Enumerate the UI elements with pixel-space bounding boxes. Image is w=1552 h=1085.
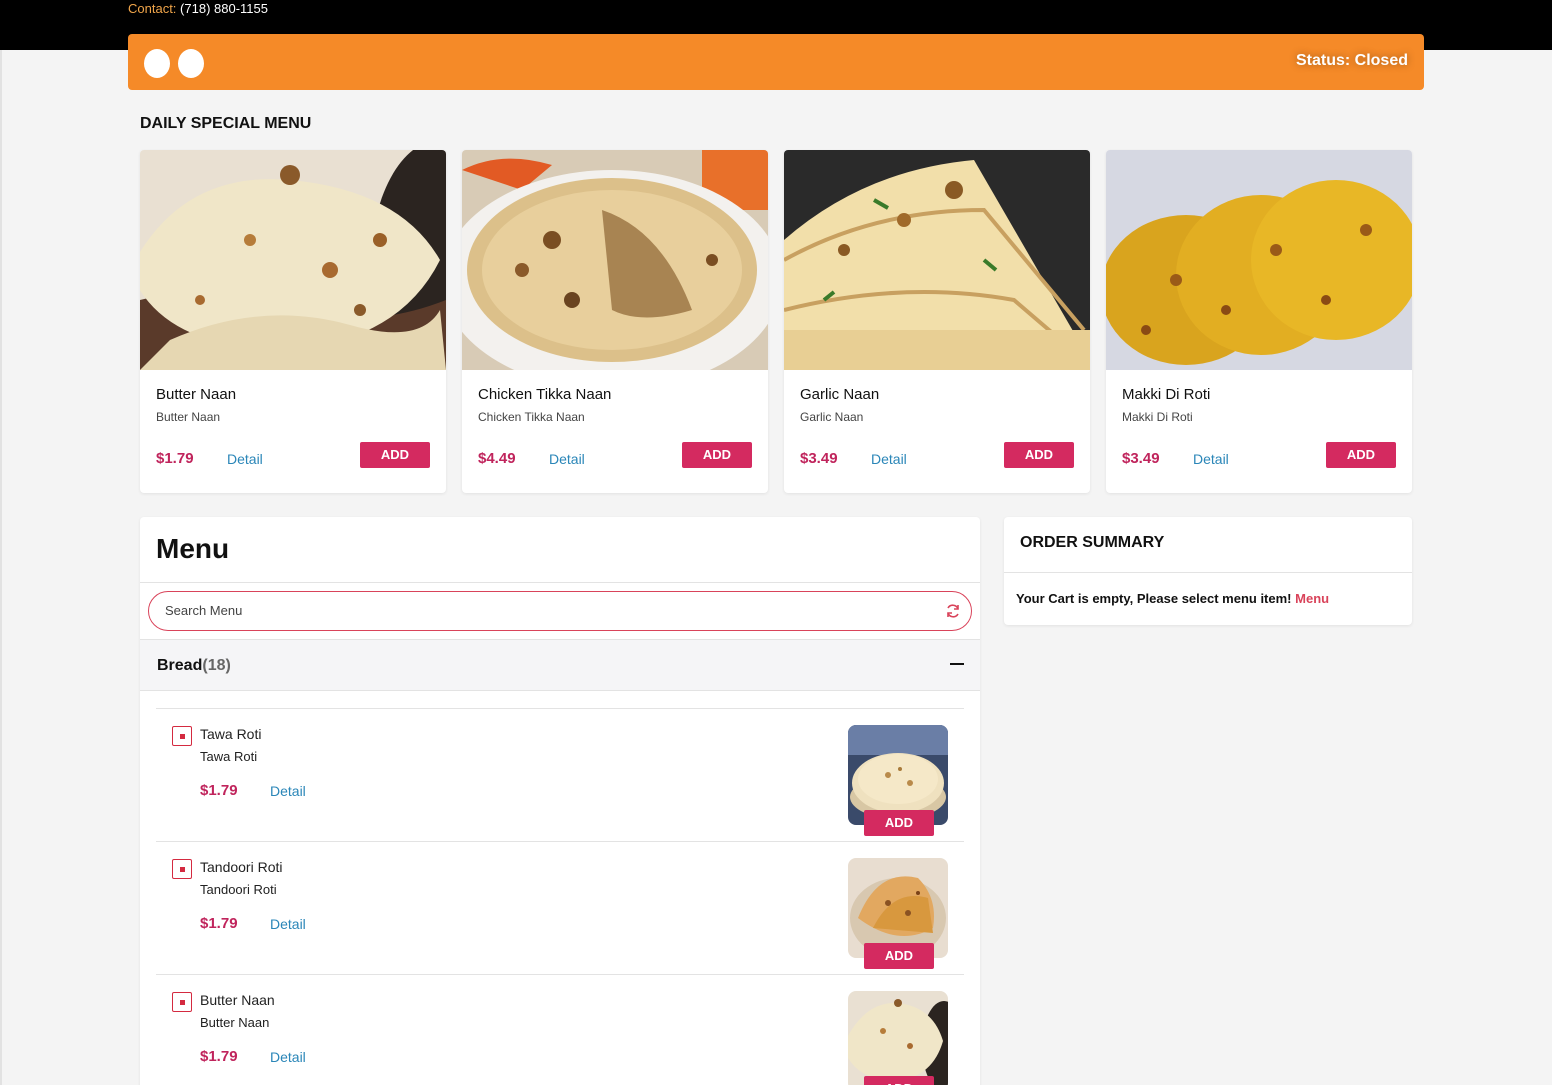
makki-di-roti-image[interactable]	[1106, 150, 1412, 370]
add-button[interactable]: ADD	[1004, 442, 1074, 468]
collapse-icon[interactable]	[950, 657, 964, 671]
butter-naan-image[interactable]	[848, 991, 948, 1085]
order-summary-panel: ORDER SUMMARY Your Cart is empty, Please…	[1004, 517, 1412, 625]
menu-item-price: $1.79	[200, 1048, 238, 1065]
add-button[interactable]: ADD	[864, 810, 934, 836]
special-item-name: Garlic Naan	[800, 386, 880, 403]
divider	[1004, 572, 1412, 573]
category-count: (18)	[202, 657, 231, 674]
order-summary-title: ORDER SUMMARY	[1020, 534, 1165, 551]
contact-label: Contact:	[128, 1, 177, 16]
menu-panel: Menu Bread(18) Tawa Roti Tawa Roti $1.79…	[140, 517, 980, 1085]
category-name: Bread(18)	[157, 657, 231, 675]
divider	[140, 582, 980, 583]
menu-item-name: Tawa Roti	[200, 726, 262, 742]
menu-item-row: Tawa Roti Tawa Roti $1.79 Detail ADD	[156, 708, 964, 841]
add-button[interactable]: ADD	[864, 1076, 934, 1085]
menu-item-price: $1.79	[200, 782, 238, 799]
add-button[interactable]: ADD	[682, 442, 752, 468]
special-item-price: $3.49	[800, 450, 838, 467]
special-item-price: $4.49	[478, 450, 516, 467]
menu-item-desc: Tandoori Roti	[200, 882, 277, 897]
empty-cart-message: Your Cart is empty, Please select menu i…	[1016, 591, 1329, 606]
special-item-name: Butter Naan	[156, 386, 237, 403]
special-card: Makki Di Roti Makki Di Roti $3.49 Detail…	[1106, 150, 1412, 493]
menu-item-row: Butter Naan Butter Naan $1.79 Detail ADD	[156, 974, 964, 1085]
diet-indicator-icon	[172, 859, 192, 879]
special-item-price: $3.49	[1122, 450, 1160, 467]
butter-naan-image[interactable]	[140, 150, 446, 370]
restaurant-banner: Status: Closed	[128, 34, 1424, 90]
store-status: Status: Closed	[1295, 52, 1408, 69]
special-detail-link[interactable]: Detail	[549, 451, 585, 467]
add-button[interactable]: ADD	[360, 442, 430, 468]
search-input[interactable]	[165, 603, 925, 618]
search-box	[148, 591, 972, 631]
menu-item-name: Butter Naan	[200, 992, 275, 1008]
special-detail-link[interactable]: Detail	[871, 451, 907, 467]
menu-item-row: Tandoori Roti Tandoori Roti $1.79 Detail…	[156, 841, 964, 974]
special-card: Garlic Naan Garlic Naan $3.49 Detail ADD	[784, 150, 1090, 493]
contact-phone[interactable]: (718) 880-1155	[180, 1, 268, 16]
add-button[interactable]: ADD	[1326, 442, 1396, 468]
menu-item-desc: Tawa Roti	[200, 749, 258, 764]
category-header-bread[interactable]: Bread(18)	[140, 639, 980, 691]
menu-title: Menu	[156, 533, 230, 564]
special-item-desc: Butter Naan	[156, 410, 221, 424]
menu-item-desc: Butter Naan	[200, 1015, 270, 1030]
special-item-desc: Makki Di Roti	[1122, 410, 1193, 424]
chicken-tikka-naan-image[interactable]	[462, 150, 768, 370]
special-item-price: $1.79	[156, 450, 194, 467]
special-card: Chicken Tikka Naan Chicken Tikka Naan $4…	[462, 150, 768, 493]
banner-logo-placeholder	[178, 49, 204, 78]
special-detail-link[interactable]: Detail	[227, 451, 263, 467]
menu-item-name: Tandoori Roti	[200, 859, 283, 875]
special-detail-link[interactable]: Detail	[1193, 451, 1229, 467]
menu-item-detail-link[interactable]: Detail	[270, 1049, 306, 1065]
diet-indicator-icon	[172, 726, 192, 746]
garlic-naan-image[interactable]	[784, 150, 1090, 370]
menu-link[interactable]: Menu	[1295, 591, 1329, 606]
daily-special-title: DAILY SPECIAL MENU	[140, 115, 312, 132]
category-label: Bread	[157, 657, 203, 674]
menu-item-price: $1.79	[200, 915, 238, 932]
special-item-desc: Garlic Naan	[800, 410, 864, 424]
menu-item-detail-link[interactable]: Detail	[270, 783, 306, 799]
special-item-name: Makki Di Roti	[1122, 386, 1211, 403]
add-button[interactable]: ADD	[864, 943, 934, 969]
special-card: Butter Naan Butter Naan $1.79 Detail ADD	[140, 150, 446, 493]
contact-info: Contact: (718) 880-1155	[128, 1, 268, 16]
page-edge	[0, 50, 2, 1085]
diet-indicator-icon	[172, 992, 192, 1012]
menu-item-detail-link[interactable]: Detail	[270, 916, 306, 932]
refresh-icon[interactable]	[945, 603, 961, 619]
banner-logo-placeholder	[144, 49, 170, 78]
empty-cart-text: Your Cart is empty, Please select menu i…	[1016, 591, 1292, 606]
special-item-name: Chicken Tikka Naan	[478, 386, 612, 403]
special-item-desc: Chicken Tikka Naan	[478, 410, 585, 424]
